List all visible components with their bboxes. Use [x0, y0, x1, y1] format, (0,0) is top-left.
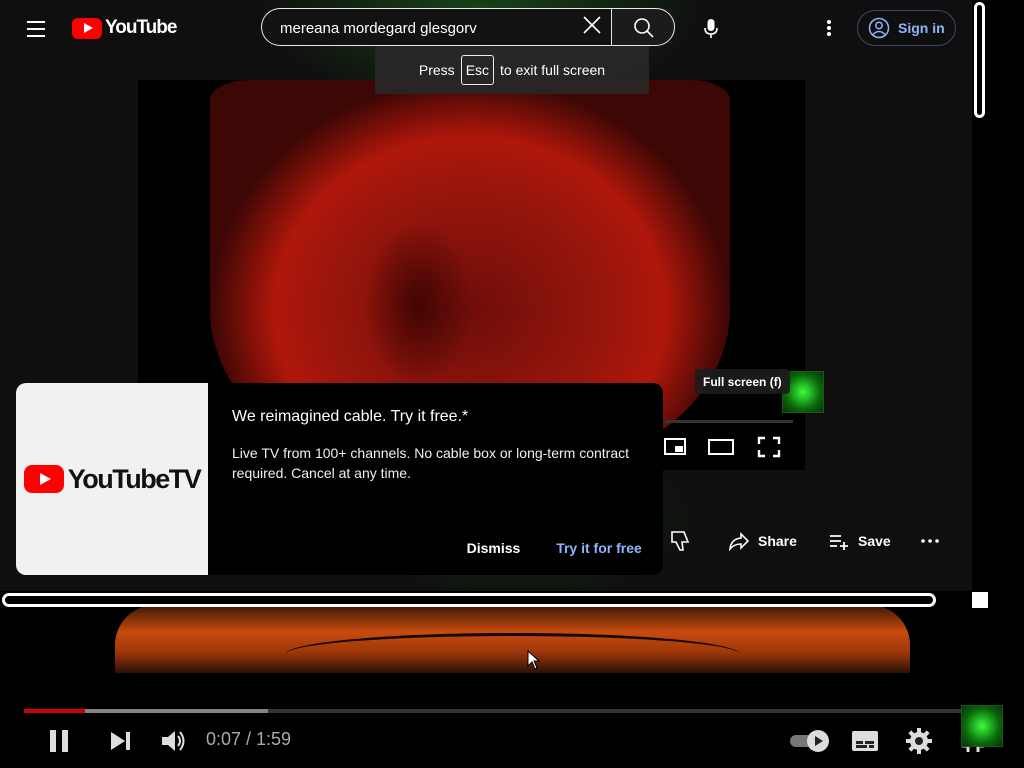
try-it-free-button[interactable]: Try it for free [548, 533, 650, 563]
dismiss-button[interactable]: Dismiss [456, 533, 531, 563]
promo-title: We reimagined cable. Try it free.* [232, 408, 469, 425]
more-vert-icon [827, 20, 831, 36]
youtube-logo[interactable]: YouTube [72, 16, 177, 40]
settings-button[interactable] [904, 724, 934, 758]
subtitles-button[interactable] [850, 724, 880, 758]
toast-suffix: to exit full screen [500, 62, 606, 78]
youtube-page: YouTube mereana mordegard glesgorv Sign … [0, 0, 972, 591]
search-box[interactable] [261, 8, 611, 47]
volume-icon [162, 731, 185, 751]
progress-played [24, 709, 85, 713]
esc-key: Esc [460, 55, 495, 85]
scrollbar-corner [972, 592, 988, 608]
menu-button[interactable] [22, 14, 50, 42]
settings-more-button[interactable] [818, 14, 840, 42]
fullscreen-viewport: YouTube mereana mordegard glesgorv Sign … [0, 0, 1024, 768]
exit-fullscreen-toast: Press Esc to exit full screen [375, 46, 649, 94]
clear-icon [583, 16, 601, 34]
next-icon [111, 732, 130, 750]
dislike-button[interactable] [668, 528, 696, 554]
promo-body: Live TV from 100+ channels. No cable box… [232, 445, 629, 481]
save-button[interactable]: Save [828, 529, 891, 553]
sign-in-label: Sign in [898, 20, 945, 36]
logo-text: YouTube [105, 17, 177, 38]
youtube-tv-logo: YouTubeTV [16, 383, 208, 575]
save-label: Save [858, 533, 891, 549]
youtube-tv-promo: YouTubeTV We reimagined cable. Try it fr… [16, 383, 663, 575]
vertical-scrollbar-thumb[interactable] [974, 2, 985, 118]
youtube-tv-brand: YouTubeTV [67, 463, 202, 494]
time-display: 0:07 / 1:59 [206, 729, 292, 749]
search-icon [634, 18, 654, 38]
share-button[interactable]: Share [728, 529, 797, 553]
youtube-play-icon [72, 17, 102, 39]
horizontal-scrollbar-thumb[interactable] [2, 593, 936, 607]
preview-thumbnail [961, 705, 1003, 747]
settings-icon [906, 728, 932, 754]
toast-prefix: Press [418, 62, 455, 78]
fullscreen-icon [757, 436, 781, 458]
progress-bar[interactable] [24, 709, 1000, 713]
youtube-tv-play-icon [23, 465, 64, 493]
voice-search-button[interactable] [697, 14, 725, 42]
account-icon [868, 17, 890, 39]
miniplayer-button[interactable] [663, 436, 689, 458]
mic-icon [704, 19, 718, 38]
video-frame-lower [115, 605, 910, 673]
miniplayer-icon [664, 438, 686, 455]
fullscreen-tooltip: Full screen (f) [695, 369, 790, 394]
theater-icon [708, 439, 734, 455]
share-icon [728, 532, 750, 551]
menu-icon [27, 21, 45, 23]
search-button[interactable] [611, 8, 675, 46]
autoplay-toggle-icon [790, 730, 829, 752]
clear-search-button[interactable] [580, 13, 604, 37]
share-label: Share [758, 533, 797, 549]
more-horiz-icon [921, 539, 939, 543]
subtitles-icon [852, 731, 878, 751]
save-icon [830, 535, 848, 550]
next-button[interactable] [106, 724, 134, 758]
fullscreen-button[interactable] [756, 436, 782, 458]
theater-mode-button[interactable] [708, 436, 734, 458]
mute-button[interactable] [158, 724, 188, 758]
more-actions-button[interactable] [918, 530, 942, 552]
search-input[interactable] [278, 9, 582, 47]
dislike-icon [671, 531, 690, 551]
pause-icon [50, 730, 68, 752]
mouse-cursor-icon [527, 650, 541, 670]
sign-in-button[interactable]: Sign in [857, 10, 956, 46]
autoplay-toggle[interactable] [788, 724, 832, 758]
pause-button[interactable] [44, 724, 74, 758]
